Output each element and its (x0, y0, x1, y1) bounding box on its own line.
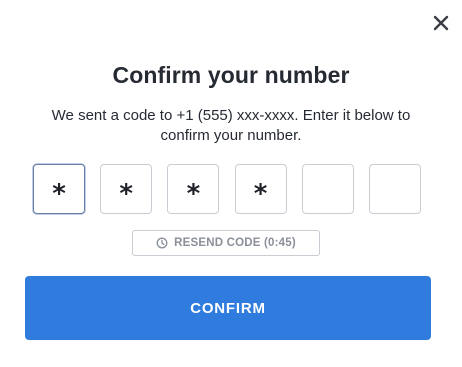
code-digit-2-value: * (119, 179, 133, 209)
code-digit-1-value: * (52, 179, 66, 209)
code-digit-5-input[interactable] (301, 164, 354, 214)
code-digit-2-input[interactable]: * (100, 164, 153, 214)
code-digit-3-value: * (186, 179, 201, 209)
confirm-button[interactable]: CONFIRM (25, 276, 431, 340)
dialog-subtitle: We sent a code to +1 (555) xxx-xxxx. Ent… (51, 107, 411, 144)
verification-code-inputs: * * * * (33, 164, 421, 216)
close-icon (433, 15, 449, 31)
code-digit-6-input[interactable] (368, 164, 421, 214)
close-button[interactable] (430, 12, 452, 34)
code-digit-4-input[interactable]: * (234, 164, 287, 214)
confirm-number-dialog: Confirm your number We sent a code to +1… (0, 0, 462, 367)
code-digit-4-value: * (253, 179, 268, 209)
confirm-button-label: CONFIRM (190, 299, 266, 317)
resend-code-label: RESEND CODE (0:45) (174, 237, 296, 249)
dialog-title: Confirm your number (112, 62, 350, 88)
clock-icon (156, 237, 168, 249)
code-digit-3-input[interactable]: * (167, 164, 220, 214)
code-digit-1-input[interactable]: * (33, 164, 85, 214)
resend-code-button[interactable]: RESEND CODE (0:45) (132, 230, 320, 256)
